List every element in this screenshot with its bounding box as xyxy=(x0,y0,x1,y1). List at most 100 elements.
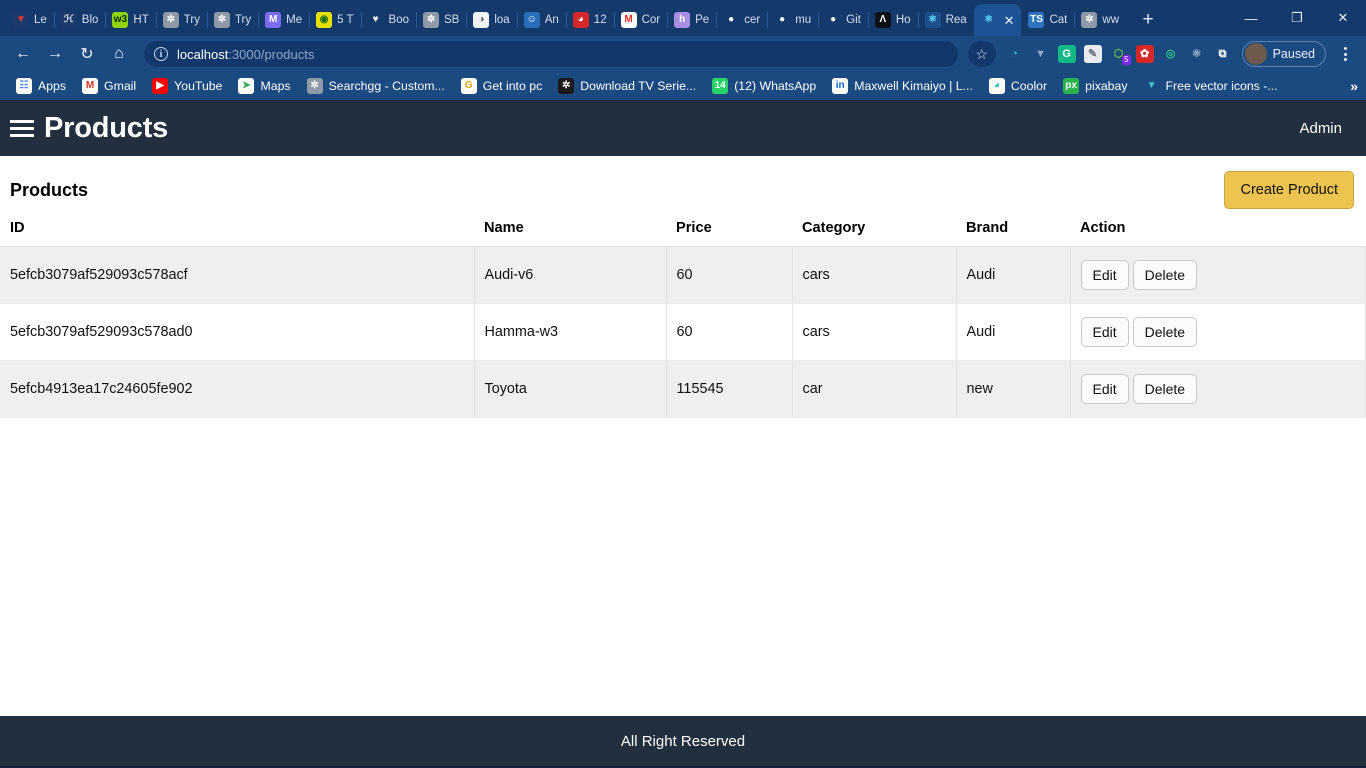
google-icon: G xyxy=(460,78,477,94)
globe-icon: ✲ xyxy=(306,78,323,94)
browser-tab[interactable]: ◑ loa xyxy=(466,4,516,36)
node-extension-icon[interactable]: ⬡ 5 xyxy=(1106,41,1132,67)
bookmark-item[interactable]: ➤ Maps xyxy=(230,75,298,97)
grammarly-extension-icon[interactable]: G xyxy=(1054,41,1080,67)
tab-label: ww xyxy=(1102,14,1120,26)
tab-label: cer xyxy=(744,14,761,26)
column-header-name: Name xyxy=(474,214,666,247)
gmail-icon: M xyxy=(82,78,99,94)
tab-label: Try xyxy=(234,14,252,26)
extension-badge: 5 xyxy=(1122,55,1131,65)
minimize-icon[interactable]: — xyxy=(1228,0,1274,36)
linkedin-icon: in xyxy=(832,78,849,94)
new-tab-button[interactable]: + xyxy=(1134,6,1162,34)
browser-tab[interactable]: TS Cat xyxy=(1021,4,1074,36)
tab-label: Cor xyxy=(641,14,661,26)
browser-tab[interactable]: ℋ Blo xyxy=(53,4,106,36)
cell-brand: new xyxy=(956,360,1071,418)
bookmark-item[interactable]: M Gmail xyxy=(74,75,144,97)
browser-tab[interactable]: ◕ 12 xyxy=(565,4,614,36)
bookmark-item[interactable]: ◕ Coolor xyxy=(981,75,1055,97)
bug-extension-icon[interactable]: ✿ xyxy=(1132,41,1158,67)
browser-tab[interactable]: ● mu xyxy=(767,4,818,36)
github-icon: ● xyxy=(723,12,740,28)
home-icon[interactable]: ⌂ xyxy=(104,39,134,69)
bookmark-item[interactable]: ✲ Download TV Serie... xyxy=(550,75,704,97)
maximize-icon[interactable]: ❐ xyxy=(1274,0,1320,36)
browser-tab[interactable]: ✲ ww xyxy=(1074,4,1126,36)
icon-glyph: ▼ xyxy=(1031,45,1050,63)
bookmark-item[interactable]: ▼ Free vector icons -... xyxy=(1136,75,1286,97)
browser-tab[interactable]: ✲ SB xyxy=(416,4,466,36)
globe-icon: ✲ xyxy=(213,12,230,28)
paint-extension-icon[interactable]: ◔ xyxy=(1002,41,1028,67)
app-navbar: Products Admin xyxy=(0,100,1366,156)
tab-label: Boo xyxy=(388,14,410,26)
browser-tab[interactable]: h Pe xyxy=(667,4,716,36)
page-title: Products xyxy=(10,179,89,200)
browser-tab[interactable]: ▼ Le xyxy=(6,4,54,36)
delete-button[interactable]: Delete xyxy=(1132,374,1198,404)
browser-tab[interactable]: ☺ An xyxy=(516,4,566,36)
bookmark-label: Coolor xyxy=(1010,79,1048,93)
forward-icon[interactable]: → xyxy=(40,39,70,69)
cell-price: 115545 xyxy=(666,360,793,418)
close-icon[interactable]: ✕ xyxy=(1320,0,1366,36)
browser-tab-active[interactable]: ⚛ ✕ xyxy=(973,4,1022,36)
bookmark-label: Gmail xyxy=(104,79,137,93)
delete-button[interactable]: Delete xyxy=(1132,317,1198,347)
navbar-user-link[interactable]: Admin xyxy=(1299,120,1352,137)
vimeo-extension-icon[interactable]: ▼ xyxy=(1028,41,1054,67)
browser-tab[interactable]: M Cor xyxy=(613,4,668,36)
profile-button[interactable]: Paused xyxy=(1241,41,1326,67)
address-bar-url: localhost:3000/products xyxy=(177,47,314,62)
clipboard-extension-icon[interactable]: ✎ xyxy=(1080,41,1106,67)
browser-tab[interactable]: ♥ Boo xyxy=(360,4,416,36)
cell-id: 5efcb4913ea17c24605fe902 xyxy=(0,360,475,418)
browser-tab[interactable]: w3 HT xyxy=(105,4,155,36)
bookmark-item[interactable]: ☷ Apps xyxy=(8,75,74,97)
bookmark-star-icon[interactable]: ☆ xyxy=(967,41,996,67)
browser-tab[interactable]: ◉ 5 T xyxy=(309,4,360,36)
browser-tab[interactable]: ✲ Try xyxy=(206,4,258,36)
bookmark-item[interactable]: 14 (12) WhatsApp xyxy=(704,75,824,97)
cell-id: 5efcb3079af529093c578ad0 xyxy=(0,303,475,361)
target-extension-icon[interactable]: ◎ xyxy=(1158,41,1184,67)
browser-tab[interactable]: ⚛ Rea xyxy=(917,4,974,36)
tab-close-icon[interactable]: ✕ xyxy=(1004,14,1015,27)
hamburger-menu-icon[interactable] xyxy=(10,119,34,137)
cell-name: Audi-v6 xyxy=(474,246,667,304)
apps-grid-icon: ☷ xyxy=(16,78,32,94)
edit-button[interactable]: Edit xyxy=(1080,317,1129,347)
bookmark-item[interactable]: px pixabay xyxy=(1055,75,1135,97)
browser-tab[interactable]: ✲ Try xyxy=(155,4,207,36)
messenger-icon: M xyxy=(265,12,282,28)
delete-button[interactable]: Delete xyxy=(1132,260,1198,290)
cell-category: car xyxy=(792,360,957,418)
browser-tab[interactable]: ● cer xyxy=(716,4,767,36)
browser-menu-icon[interactable] xyxy=(1332,39,1358,69)
back-icon[interactable]: ← xyxy=(8,39,38,69)
address-bar[interactable]: i localhost:3000/products xyxy=(144,41,958,67)
bookmark-item[interactable]: ▶ YouTube xyxy=(144,75,230,97)
navbar-brand: Products xyxy=(10,112,168,145)
globe-icon: ✲ xyxy=(1081,12,1098,28)
bookmarks-overflow-icon[interactable]: » xyxy=(1350,78,1358,94)
browser-tab[interactable]: Λ Ho xyxy=(867,4,918,36)
create-product-button[interactable]: Create Product xyxy=(1224,171,1354,209)
browser-tab[interactable]: M Me xyxy=(258,4,309,36)
bookmark-item[interactable]: ✲ Searchgg - Custom... xyxy=(299,75,453,97)
browser-tab[interactable]: ● Git xyxy=(818,4,868,36)
coolors-icon: ◕ xyxy=(988,78,1005,94)
puzzle-extension-icon[interactable]: ⧉ xyxy=(1210,41,1236,67)
edit-button[interactable]: Edit xyxy=(1080,374,1129,404)
react-devtools-icon[interactable]: ⚛ xyxy=(1184,41,1210,67)
bookmark-item[interactable]: G Get into pc xyxy=(453,75,550,97)
column-header-action: Action xyxy=(1070,214,1366,247)
edit-button[interactable]: Edit xyxy=(1080,260,1129,290)
typescript-icon: TS xyxy=(1028,12,1045,28)
bookmark-item[interactable]: in Maxwell Kimaiyo | L... xyxy=(824,75,981,97)
brand-title: Products xyxy=(44,111,169,144)
info-icon[interactable]: i xyxy=(154,47,168,61)
reload-icon[interactable]: ↻ xyxy=(72,39,102,69)
